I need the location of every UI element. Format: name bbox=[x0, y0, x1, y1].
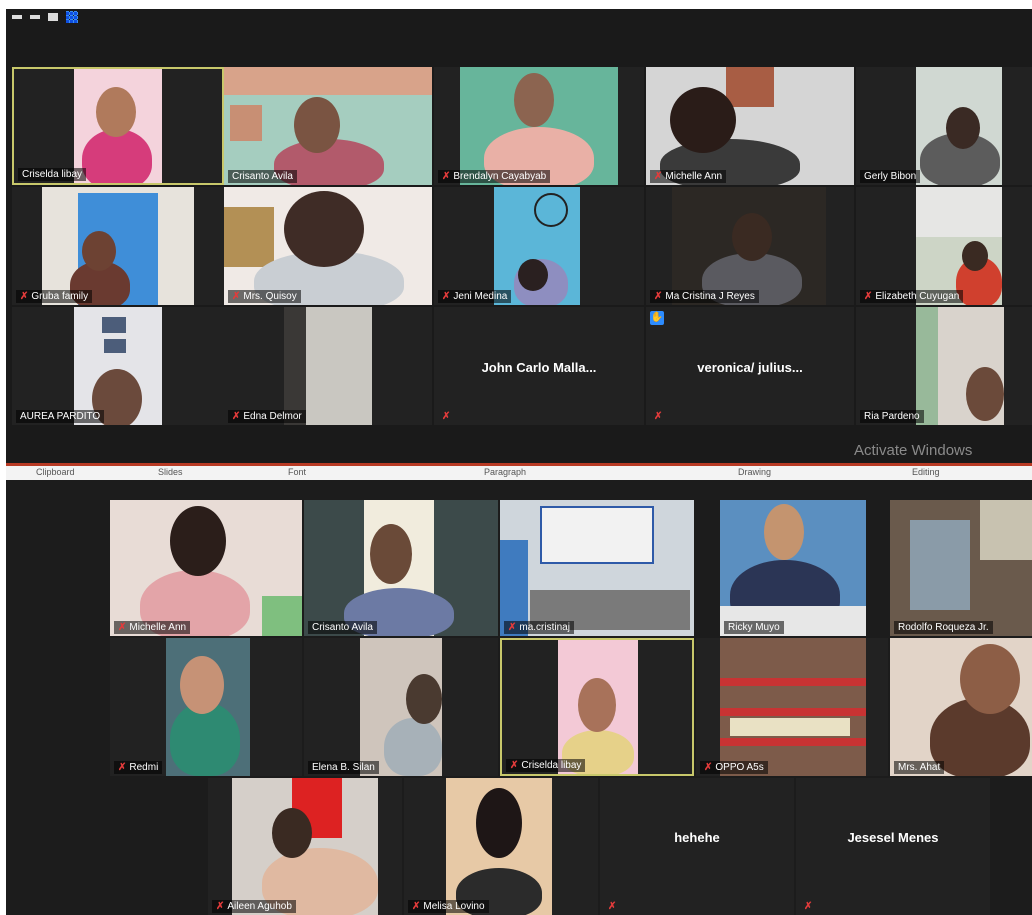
participant-name: ✗ Jeni Medina bbox=[438, 290, 512, 303]
participant-tile[interactable]: ✋ veronica/ julius... ✗ bbox=[646, 307, 854, 425]
participant-tile[interactable]: ✗ Elizabeth Cuyugan bbox=[856, 187, 1032, 305]
participant-name: AUREA PARDITO bbox=[16, 410, 105, 423]
participant-name: Crisanto Avila bbox=[228, 170, 297, 183]
ribbon-group-label[interactable]: Drawing bbox=[738, 467, 771, 477]
participant-name: ✗ OPPO A5s bbox=[700, 761, 768, 774]
participant-name: ✗ Michelle Ann bbox=[650, 170, 727, 183]
participant-name: Gerly Bibon bbox=[860, 170, 921, 183]
participant-name: ✗ Redmi bbox=[114, 761, 163, 774]
participant-tile[interactable]: John Carlo Malla... ✗ bbox=[434, 307, 644, 425]
participant-tile[interactable]: ✗ Michelle Ann bbox=[646, 67, 854, 185]
muted-mic-icon: ✗ bbox=[20, 291, 29, 302]
participant-name: ✗ bbox=[438, 410, 454, 423]
muted-mic-icon: ✗ bbox=[654, 291, 663, 302]
participant-display-name: Jesesel Menes bbox=[847, 830, 939, 846]
muted-mic-icon: ✗ bbox=[442, 411, 451, 422]
muted-mic-icon: ✗ bbox=[608, 901, 617, 912]
participant-tile[interactable]: ✗ Aileen Aguhob bbox=[208, 778, 402, 915]
participant-name: Criselda libay bbox=[18, 168, 87, 181]
participant-name: ✗ Elizabeth Cuyugan bbox=[860, 290, 964, 303]
participant-tile[interactable]: ✗ Mrs. Quisoy bbox=[224, 187, 432, 305]
participant-display-name: hehehe bbox=[674, 830, 720, 846]
restore-icon[interactable] bbox=[30, 15, 40, 19]
participant-tile[interactable]: Ricky Muyo bbox=[720, 500, 866, 636]
participant-name: Elena B. Silan bbox=[308, 761, 379, 774]
muted-mic-icon: ✗ bbox=[118, 762, 127, 773]
participant-tile[interactable]: Elena B. Silan bbox=[304, 638, 498, 776]
participant-tile[interactable]: Rodolfo Roqueza Jr. bbox=[890, 500, 1032, 636]
participant-tile[interactable]: ✗ OPPO A5s bbox=[696, 638, 888, 776]
gallery-view-icon[interactable] bbox=[66, 11, 78, 23]
participant-name: ✗ Mrs. Quisoy bbox=[228, 290, 301, 303]
participant-name: ✗ Ma Cristina J Reyes bbox=[650, 290, 759, 303]
participant-tile[interactable]: Gerly Bibon bbox=[856, 67, 1032, 185]
participant-name: ✗ bbox=[800, 900, 816, 913]
muted-mic-icon: ✗ bbox=[118, 622, 127, 633]
muted-mic-icon: ✗ bbox=[412, 901, 421, 912]
participant-display-name: John Carlo Malla... bbox=[481, 360, 597, 376]
participant-name: ✗ bbox=[604, 900, 620, 913]
muted-mic-icon: ✗ bbox=[232, 411, 241, 422]
participant-tile[interactable]: hehehe ✗ bbox=[600, 778, 794, 915]
participant-tile[interactable]: ✗ Melisa Lovino bbox=[404, 778, 598, 915]
participant-tile[interactable]: ✗ Jeni Medina bbox=[434, 187, 644, 305]
participant-name: ✗ Michelle Ann bbox=[114, 621, 191, 634]
participant-tile[interactable]: ✗ Redmi bbox=[110, 638, 302, 776]
ribbon-group-label[interactable]: Editing bbox=[912, 467, 940, 477]
muted-mic-icon: ✗ bbox=[864, 291, 873, 302]
ribbon-group-label[interactable]: Paragraph bbox=[484, 467, 526, 477]
participant-tile[interactable]: Jesesel Menes ✗ bbox=[796, 778, 990, 915]
raised-hand-icon: ✋ bbox=[650, 311, 664, 325]
muted-mic-icon: ✗ bbox=[510, 760, 519, 771]
participant-name: ✗ Gruba family bbox=[16, 290, 93, 303]
participant-name: ✗ Aileen Aguhob bbox=[212, 900, 296, 913]
participant-name: ✗ ma.cristinaj bbox=[504, 621, 574, 634]
participant-tile[interactable]: ✗ Edna Delmor bbox=[224, 307, 432, 425]
top-gallery-panel: Criselda libay Crisanto Avila ✗ Brendalyn… bbox=[6, 9, 1032, 463]
participant-tile[interactable]: AUREA PARDITO bbox=[12, 307, 224, 425]
muted-mic-icon: ✗ bbox=[508, 622, 517, 633]
speaker-view-icon[interactable] bbox=[48, 13, 58, 21]
muted-mic-icon: ✗ bbox=[654, 171, 663, 182]
participant-name: Ricky Muyo bbox=[724, 621, 784, 634]
activate-windows-watermark: Activate Windows bbox=[854, 442, 973, 459]
participant-tile[interactable]: ✗ Criselda libay bbox=[500, 638, 694, 776]
participant-display-name: veronica/ julius... bbox=[697, 360, 803, 376]
muted-mic-icon: ✗ bbox=[704, 762, 713, 773]
participant-tile[interactable]: ✗ Michelle Ann bbox=[110, 500, 302, 636]
ribbon-group-label[interactable]: Clipboard bbox=[36, 467, 75, 477]
ppt-ribbon-strip: Clipboard Slides Font Paragraph Drawing … bbox=[6, 463, 1032, 480]
muted-mic-icon: ✗ bbox=[442, 171, 451, 182]
view-toolbar bbox=[12, 11, 78, 23]
participant-name: Ria Pardeno bbox=[860, 410, 924, 423]
participant-tile[interactable]: Crisanto Avila bbox=[304, 500, 498, 636]
ribbon-group-label[interactable]: Slides bbox=[158, 467, 183, 477]
ribbon-group-label[interactable]: Font bbox=[288, 467, 306, 477]
participant-tile[interactable]: Mrs. Ahat bbox=[890, 638, 1032, 776]
participant-tile[interactable]: Ria Pardeno bbox=[856, 307, 1032, 425]
muted-mic-icon: ✗ bbox=[804, 901, 813, 912]
participant-name: Mrs. Ahat bbox=[894, 761, 945, 774]
participant-name: ✗ Brendalyn Cayabyab bbox=[438, 170, 551, 183]
participant-name: ✗ Melisa Lovino bbox=[408, 900, 489, 913]
participant-name: Crisanto Avila bbox=[308, 621, 377, 634]
participant-name: ✗ Edna Delmor bbox=[228, 410, 306, 423]
participant-name: Rodolfo Roqueza Jr. bbox=[894, 621, 993, 634]
participant-tile[interactable]: Criselda libay bbox=[12, 67, 224, 185]
participant-tile[interactable]: ✗ Gruba family bbox=[12, 187, 224, 305]
minimize-icon[interactable] bbox=[12, 15, 22, 19]
bottom-gallery-panel: ✗ Michelle Ann Crisanto Avila ✗ ma.cristin… bbox=[6, 480, 1032, 915]
participant-tile[interactable]: ✗ Brendalyn Cayabyab bbox=[434, 67, 644, 185]
muted-mic-icon: ✗ bbox=[442, 291, 451, 302]
muted-mic-icon: ✗ bbox=[654, 411, 663, 422]
participant-name: ✗ Criselda libay bbox=[506, 759, 586, 772]
participant-tile[interactable]: Crisanto Avila bbox=[224, 67, 432, 185]
participant-tile[interactable]: ✗ Ma Cristina J Reyes bbox=[646, 187, 854, 305]
muted-mic-icon: ✗ bbox=[216, 901, 225, 912]
participant-tile[interactable]: ✗ ma.cristinaj bbox=[500, 500, 694, 636]
participant-name: ✗ bbox=[650, 410, 666, 423]
muted-mic-icon: ✗ bbox=[232, 291, 241, 302]
